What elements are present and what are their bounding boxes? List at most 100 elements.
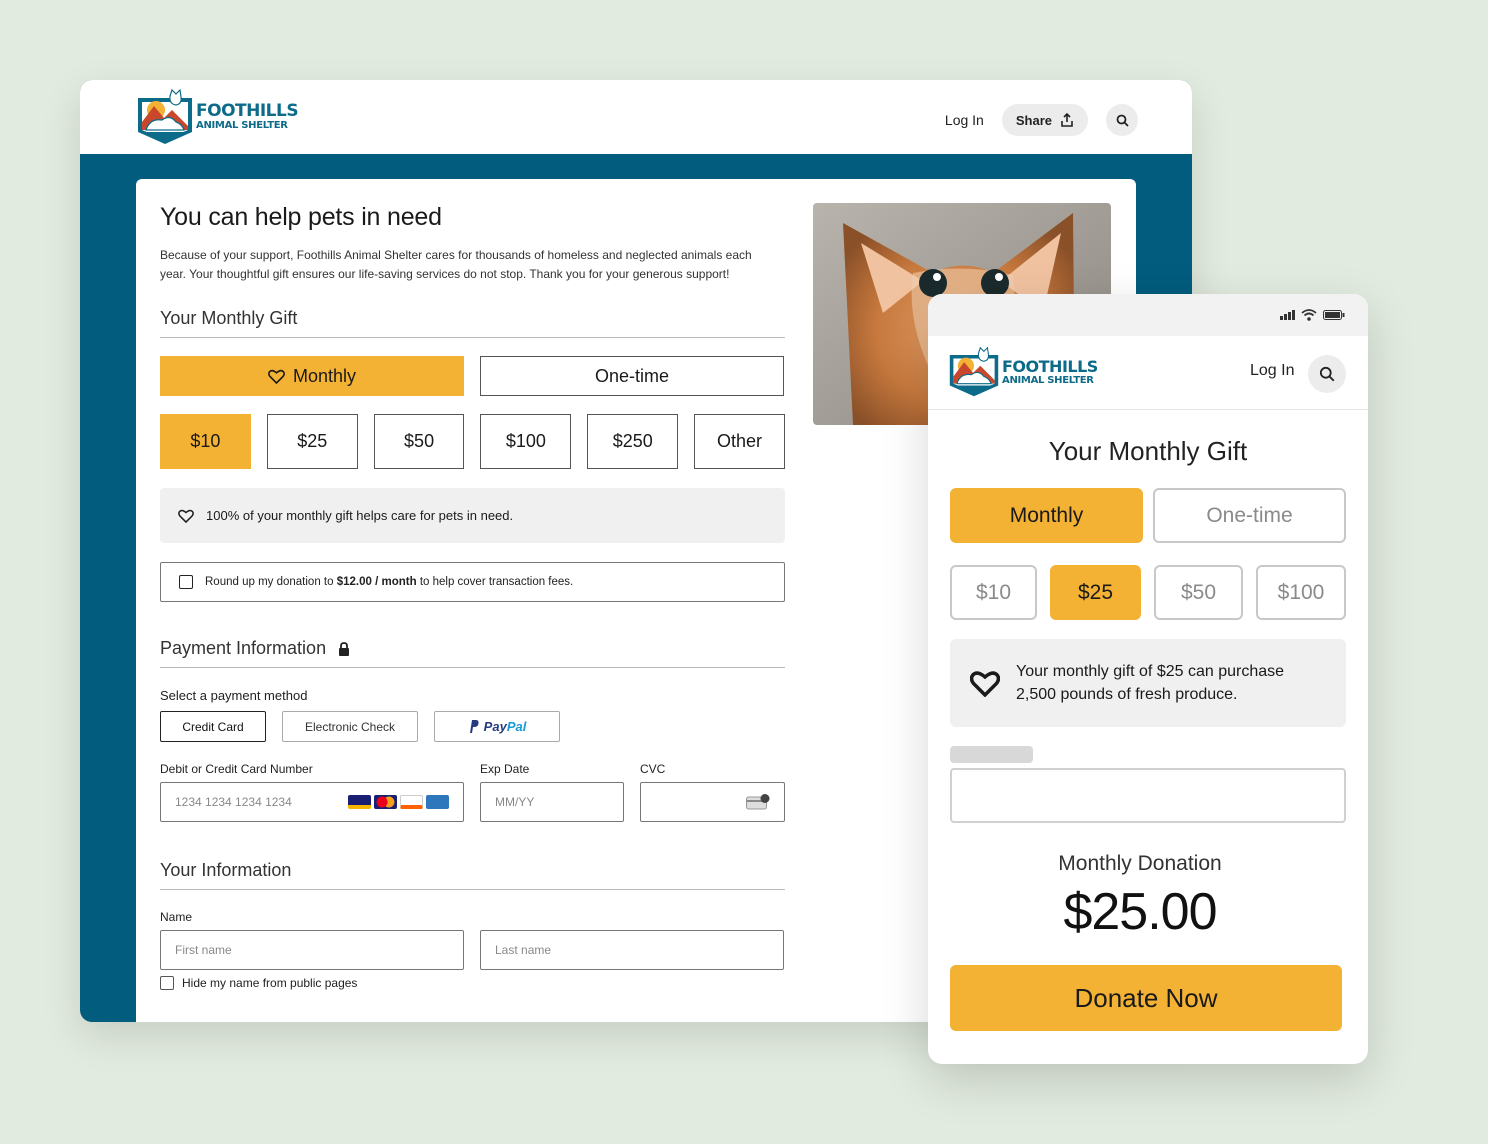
card-number-label: Debit or Credit Card Number	[160, 762, 313, 776]
roundup-option[interactable]: Round up my donation to $12.00 / month t…	[160, 562, 785, 602]
paypal-icon	[469, 720, 479, 733]
credit-card-option[interactable]: Credit Card	[160, 711, 266, 742]
exp-date-label: Exp Date	[480, 762, 530, 776]
paypal-text-a: Pay	[483, 719, 507, 734]
cvc-input[interactable]	[640, 782, 785, 822]
amount-10-button[interactable]: $10	[950, 565, 1037, 620]
gift-section-header: Your Monthly Gift	[160, 308, 785, 338]
search-button[interactable]	[1308, 355, 1346, 393]
search-icon	[1116, 114, 1129, 127]
desktop-header: FOOTHILLS ANIMAL SHELTER Log In Share	[80, 80, 1192, 154]
impact-note-text: 100% of your monthly gift helps care for…	[206, 508, 514, 523]
brand-subname: ANIMAL SHELTER	[196, 120, 288, 131]
amex-icon	[426, 795, 449, 809]
amount-100-button[interactable]: $100	[480, 414, 572, 469]
cvc-group: CVC	[640, 762, 785, 822]
search-icon	[1319, 366, 1335, 382]
brand-logo[interactable]: FOOTHILLS ANIMAL SHELTER	[136, 88, 299, 146]
onetime-label: One-time	[594, 365, 670, 386]
mobile-header: FOOTHILLS ANIMAL SHELTER Log In	[928, 336, 1368, 410]
field-label-placeholder	[950, 746, 1033, 763]
hide-name-text: Hide my name from public pages	[182, 976, 358, 990]
amount-25-button[interactable]: $25	[266, 414, 358, 469]
search-button[interactable]	[1106, 104, 1138, 136]
onetime-button[interactable]: One-time	[480, 356, 784, 396]
hide-name-option[interactable]: Hide my name from public pages	[160, 976, 785, 990]
share-icon	[1061, 113, 1073, 127]
battery-icon	[1323, 310, 1345, 320]
amount-100-button[interactable]: $100	[1256, 565, 1346, 620]
first-name-input[interactable]: First name	[160, 930, 464, 970]
brand-name: FOOTHILLS	[196, 101, 299, 121]
gift-section-title: Your Monthly Gift	[160, 308, 298, 328]
wifi-icon	[1301, 309, 1317, 321]
login-link[interactable]: Log In	[945, 112, 984, 128]
card-brand-icons	[348, 795, 449, 809]
payment-section-header: Payment Information	[160, 638, 785, 668]
info-section-header: Your Information	[160, 860, 785, 890]
mastercard-icon	[374, 795, 397, 809]
gift-title: Your Monthly Gift	[1048, 436, 1248, 466]
amount-other-button[interactable]: Other	[694, 414, 785, 469]
exp-date-input[interactable]: MM/YY	[480, 782, 624, 822]
share-button[interactable]: Share	[1001, 104, 1088, 136]
heart-icon	[268, 369, 285, 384]
card-number-group: Debit or Credit Card Number 1234 1234 12…	[160, 762, 464, 822]
shelter-logo-icon	[949, 346, 999, 397]
lock-icon	[339, 641, 350, 656]
payment-method-label: Select a payment method	[160, 688, 308, 703]
amount-250-button[interactable]: $250	[587, 414, 679, 469]
roundup-amount: $12.00 / month	[336, 576, 417, 588]
roundup-text: Round up my donation to $12.00 / month t…	[205, 576, 573, 588]
brand-logo[interactable]: FOOTHILLS ANIMAL SHELTER	[948, 346, 1098, 398]
amount-options: $10 $25 $50 $100	[950, 565, 1346, 620]
amount-10-button[interactable]: $10	[160, 414, 251, 469]
monthly-button[interactable]: Monthly	[950, 488, 1143, 543]
onetime-button[interactable]: One-time	[1153, 488, 1346, 543]
monthly-button[interactable]: Monthly	[160, 356, 464, 396]
donate-now-button[interactable]: Donate Now	[950, 965, 1342, 1031]
first-name-placeholder: First name	[175, 943, 232, 957]
payment-section-title: Payment Information	[160, 638, 327, 658]
name-label: Name	[160, 910, 193, 924]
amount-25-button[interactable]: $25	[1050, 565, 1141, 620]
desktop-nav: Log In Share	[945, 104, 1138, 136]
monthly-label: Monthly	[292, 365, 357, 386]
paypal-option[interactable]: Pay Pal	[434, 711, 560, 742]
last-name-input[interactable]: Last name	[480, 930, 784, 970]
roundup-text-end: to help cover transaction fees.	[419, 576, 574, 588]
page-title: You can help pets in need	[160, 203, 442, 231]
roundup-checkbox[interactable]	[179, 575, 193, 589]
name-fields: First name Last name	[160, 930, 785, 970]
exp-date-placeholder: MM/YY	[495, 795, 535, 809]
status-bar	[928, 294, 1368, 336]
visa-icon	[348, 795, 371, 809]
mobile-window: FOOTHILLS ANIMAL SHELTER Log In Your Mon…	[928, 294, 1368, 1064]
heart-icon	[178, 509, 194, 523]
share-label: Share	[1015, 112, 1052, 128]
shelter-logo-icon	[138, 88, 192, 144]
impact-note: 100% of your monthly gift helps care for…	[160, 488, 785, 543]
amount-options: $10 $25 $50 $100 $250 Other	[160, 414, 785, 469]
payment-methods: Credit Card Electronic Check Pay Pal	[160, 711, 785, 742]
donation-amount: $25.00	[1063, 883, 1217, 941]
login-link[interactable]: Log In	[1250, 362, 1294, 380]
paypal-text-b: Pal	[506, 719, 527, 734]
card-fields: Debit or Credit Card Number 1234 1234 12…	[160, 762, 785, 822]
donation-form: You can help pets in need Because of you…	[160, 203, 785, 990]
impact-note-text: Your monthly gift of $25 can purchase 2,…	[1016, 663, 1285, 703]
heart-icon	[970, 670, 1000, 697]
card-number-input[interactable]: 1234 1234 1234 1234	[160, 782, 464, 822]
intro-text: Because of your support, Foothills Anima…	[160, 248, 752, 281]
electronic-check-option[interactable]: Electronic Check	[282, 711, 418, 742]
amount-50-button[interactable]: $50	[1154, 565, 1243, 620]
info-section-title: Your Information	[160, 860, 292, 880]
hide-name-checkbox[interactable]	[160, 976, 174, 990]
cvc-label: CVC	[640, 762, 666, 776]
card-number-placeholder: 1234 1234 1234 1234	[175, 795, 292, 809]
frequency-toggle: Monthly One-time	[160, 356, 785, 396]
amount-50-button[interactable]: $50	[373, 414, 465, 469]
discover-icon	[400, 795, 423, 809]
brand-name: FOOTHILLS	[1002, 356, 1098, 376]
mobile-input-field[interactable]	[950, 768, 1346, 823]
